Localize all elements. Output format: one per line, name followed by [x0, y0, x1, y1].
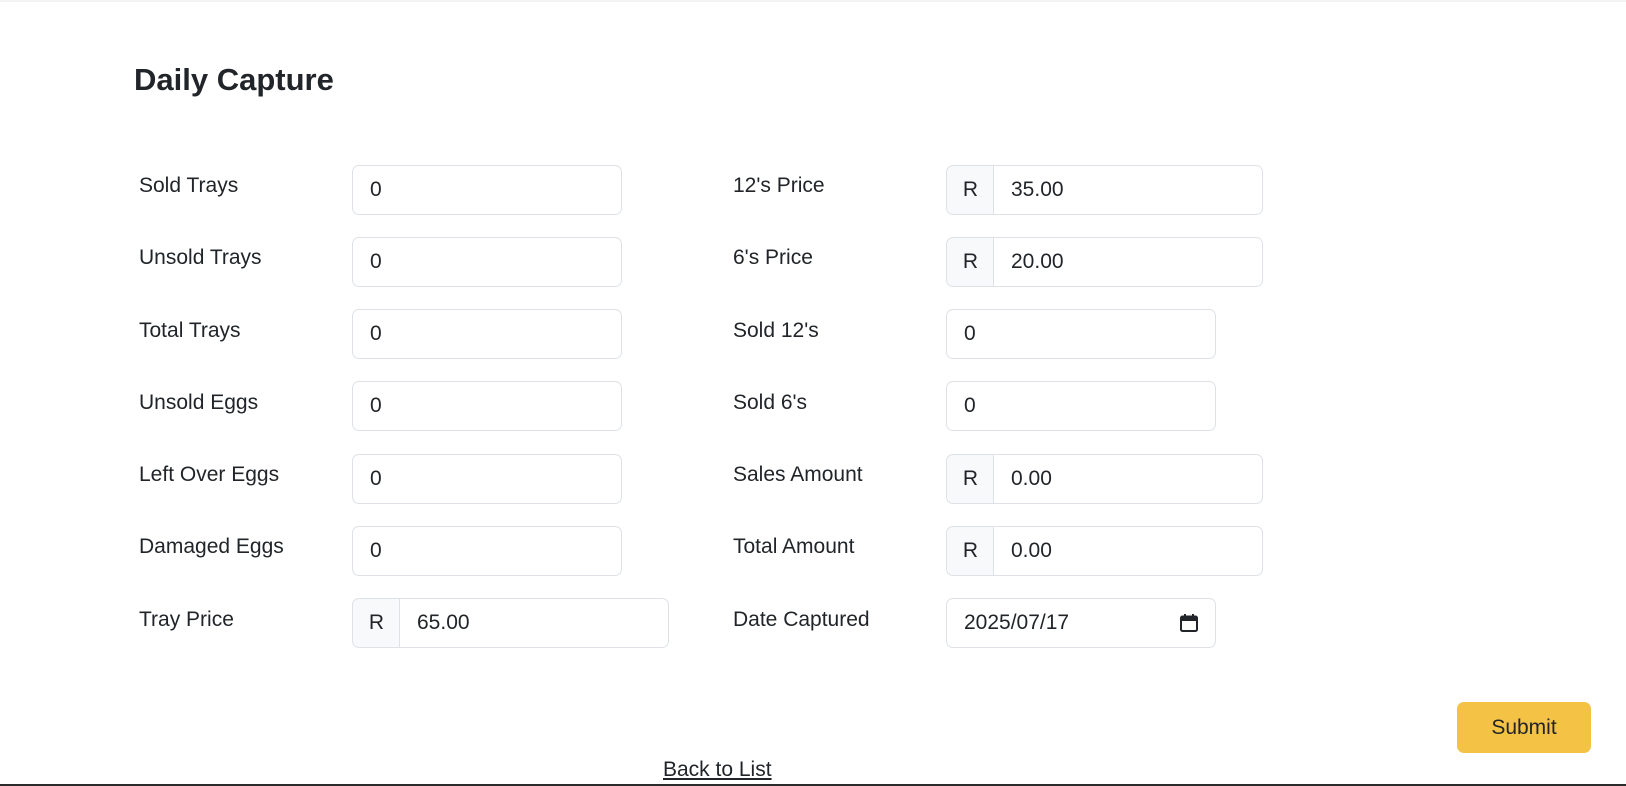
total-trays-label: Total Trays — [139, 319, 241, 342]
back-to-list-link[interactable]: Back to List — [663, 758, 772, 782]
date-captured-input[interactable]: 2025/07/17 — [946, 598, 1216, 648]
tray-price-label: Tray Price — [139, 608, 234, 631]
damaged-eggs-label: Damaged Eggs — [139, 535, 284, 558]
unsold-trays-input[interactable] — [352, 237, 622, 287]
total-trays-input[interactable] — [352, 309, 622, 359]
price-12s-label: 12's Price — [733, 174, 825, 197]
left-over-eggs-label: Left Over Eggs — [139, 463, 280, 486]
sold-12s-label: Sold 12's — [733, 319, 819, 342]
sold-6s-input[interactable] — [946, 381, 1216, 431]
currency-addon: R — [946, 454, 994, 504]
sold-12s-input[interactable] — [946, 309, 1216, 359]
unsold-trays-label: Unsold Trays — [139, 246, 262, 269]
left-over-eggs-input[interactable] — [352, 454, 622, 504]
tray-price-input[interactable] — [399, 598, 669, 648]
sales-amount-label: Sales Amount — [733, 463, 863, 486]
date-captured-label: Date Captured — [733, 608, 870, 631]
currency-addon: R — [946, 165, 994, 215]
sold-trays-label: Sold Trays — [139, 174, 239, 197]
damaged-eggs-input[interactable] — [352, 526, 622, 576]
calendar-icon[interactable] — [1179, 613, 1199, 633]
date-captured-value[interactable]: 2025/07/17 — [964, 611, 1179, 635]
unsold-eggs-input[interactable] — [352, 381, 622, 431]
submit-button[interactable]: Submit — [1457, 702, 1591, 753]
sold-trays-input[interactable] — [352, 165, 622, 215]
price-6s-label: 6's Price — [733, 246, 813, 269]
price-12s-input[interactable] — [993, 165, 1263, 215]
currency-addon: R — [946, 237, 994, 287]
currency-addon: R — [352, 598, 400, 648]
currency-addon: R — [946, 526, 994, 576]
total-amount-input[interactable] — [993, 526, 1263, 576]
top-divider — [0, 0, 1626, 2]
price-6s-input[interactable] — [993, 237, 1263, 287]
sold-6s-label: Sold 6's — [733, 391, 808, 414]
sales-amount-input[interactable] — [993, 454, 1263, 504]
total-amount-label: Total Amount — [733, 535, 855, 558]
page-title: Daily Capture — [134, 62, 334, 97]
unsold-eggs-label: Unsold Eggs — [139, 391, 259, 414]
